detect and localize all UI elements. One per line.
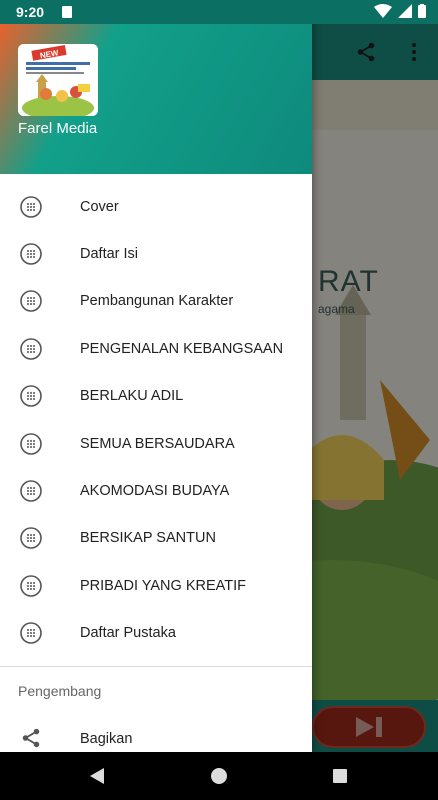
- dialpad-circle-icon: [20, 290, 42, 313]
- menu-item-label: AKOMODASI BUDAYA: [80, 483, 230, 500]
- back-button[interactable]: [87, 766, 107, 786]
- dialpad-circle-icon: [20, 622, 42, 645]
- dialpad-circle-icon: [20, 385, 42, 408]
- menu-item-label: Daftar Isi: [80, 246, 139, 263]
- drawer-account-name: Farel Media: [18, 120, 98, 137]
- dialpad-circle-icon: [20, 243, 42, 265]
- recents-button[interactable]: [330, 766, 350, 786]
- menu-divider: [0, 666, 312, 667]
- dialpad-circle-icon: [20, 195, 42, 218]
- sd-card-icon: [62, 6, 72, 18]
- menu-item-label: PENGENALAN KEBANGSAAN: [80, 340, 284, 357]
- menu-item-akomodasi-budaya[interactable]: AKOMODASI BUDAYA: [0, 467, 312, 514]
- dialpad-circle-icon: [20, 432, 42, 455]
- menu-item-daftar-isi[interactable]: Daftar Isi: [0, 230, 312, 277]
- menu-item-label: Daftar Pustaka: [80, 625, 176, 642]
- app-logo: NEW: [18, 44, 98, 116]
- system-nav-bar: [0, 752, 438, 800]
- menu-item-daftar-pustaka[interactable]: Daftar Pustaka: [0, 610, 312, 657]
- status-bar: 9:20: [0, 0, 438, 24]
- menu-item-label: Cover: [80, 198, 119, 215]
- share-icon: [22, 728, 40, 748]
- home-circle-icon: [211, 768, 227, 784]
- navigation-drawer: NEW Farel Media Cover Daftar Isi Pembang…: [0, 0, 312, 752]
- menu-item-pengenalan-kebangsaan[interactable]: PENGENALAN KEBANGSAAN: [0, 325, 312, 372]
- back-triangle-icon: [90, 768, 104, 784]
- drawer-menu: Cover Daftar Isi Pembangunan Karakter PE…: [0, 183, 312, 657]
- dialpad-circle-icon: [20, 338, 42, 360]
- menu-item-cover[interactable]: Cover: [0, 183, 312, 230]
- dialpad-circle-icon: [20, 527, 42, 550]
- section-title-pengembang: Pengembang: [18, 683, 102, 699]
- menu-item-label: PRIBADI YANG KREATIF: [80, 577, 246, 594]
- menu-item-bersikap-santun[interactable]: BERSIKAP SANTUN: [0, 515, 312, 562]
- menu-item-label: SEMUA BERSAUDARA: [80, 435, 235, 452]
- menu-item-label: Pembangunan Karakter: [80, 293, 234, 310]
- menu-item-label: Bagikan: [80, 731, 133, 747]
- menu-item-pembangunan-karakter[interactable]: Pembangunan Karakter: [0, 278, 312, 325]
- battery-icon: [418, 4, 426, 18]
- menu-item-label: BERLAKU ADIL: [80, 388, 184, 405]
- recents-square-icon: [333, 769, 347, 783]
- status-time: 9:20: [16, 4, 45, 20]
- signal-icon: [398, 4, 412, 18]
- dialpad-circle-icon: [20, 575, 42, 597]
- home-button[interactable]: [209, 766, 229, 786]
- wifi-icon: [374, 4, 392, 18]
- menu-item-semua-bersaudara[interactable]: SEMUA BERSAUDARA: [0, 420, 312, 467]
- menu-item-berlaku-adil[interactable]: BERLAKU ADIL: [0, 373, 312, 420]
- menu-item-pribadi-yang-kreatif[interactable]: PRIBADI YANG KREATIF: [0, 562, 312, 609]
- dialpad-circle-icon: [20, 480, 42, 502]
- menu-item-label: BERSIKAP SANTUN: [80, 530, 216, 547]
- menu-item-bagikan[interactable]: Bagikan: [0, 718, 312, 752]
